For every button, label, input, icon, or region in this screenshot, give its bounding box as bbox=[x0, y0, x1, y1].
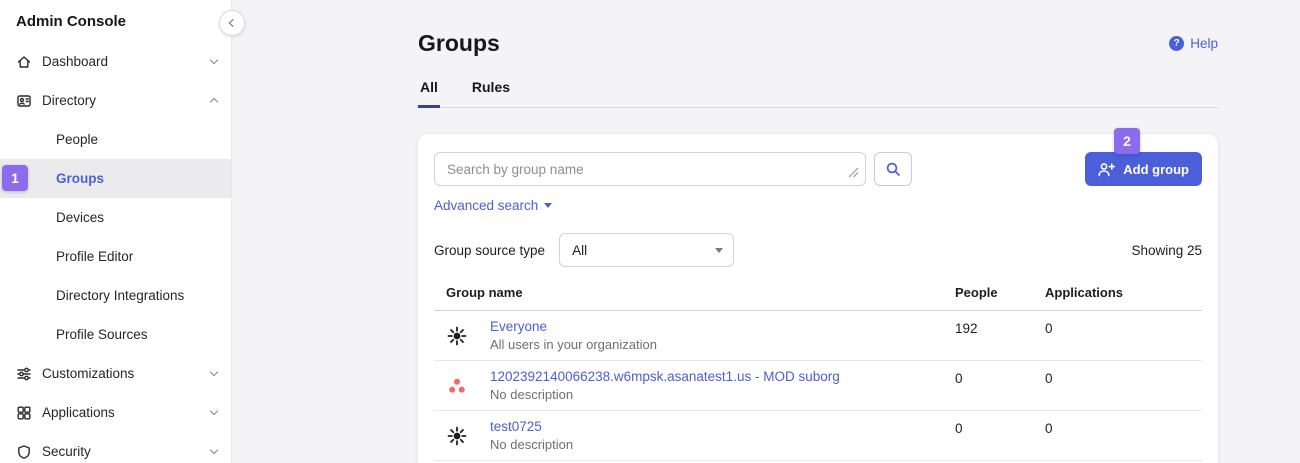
applications-count: 0 bbox=[1045, 319, 1202, 336]
sidebar-item-profile-editor[interactable]: Profile Editor bbox=[0, 237, 231, 276]
table-row: 1202392140066238.w6mpsk.asanatest1.us - … bbox=[434, 361, 1202, 411]
chevron-down-icon bbox=[210, 368, 218, 376]
sidebar: Admin Console Dashboard Directory People bbox=[0, 0, 232, 463]
sliders-icon bbox=[16, 366, 32, 382]
col-people: People bbox=[955, 285, 1045, 300]
page-title: Groups bbox=[418, 30, 500, 57]
chevron-down-icon bbox=[210, 56, 218, 64]
sidebar-item-label: Groups bbox=[56, 171, 217, 186]
help-label: Help bbox=[1190, 36, 1218, 51]
sidebar-item-label: Applications bbox=[42, 405, 201, 420]
chevron-down-icon bbox=[210, 407, 218, 415]
table-row: Everyone All users in your organization … bbox=[434, 311, 1202, 361]
main-content: Groups ? Help All Rules bbox=[232, 0, 1300, 463]
search-row: Add group bbox=[434, 152, 1202, 186]
directory-icon bbox=[16, 93, 32, 109]
search-button[interactable] bbox=[874, 152, 912, 186]
group-source-type-dropdown[interactable]: All bbox=[559, 233, 734, 267]
table-row: test0725 No description 0 0 bbox=[434, 411, 1202, 461]
people-count: 192 bbox=[955, 319, 1045, 336]
sidebar-item-people[interactable]: People bbox=[0, 120, 231, 159]
chevron-up-icon bbox=[210, 98, 218, 106]
dropdown-value: All bbox=[572, 243, 587, 258]
sidebar-collapse-button[interactable] bbox=[219, 10, 245, 36]
table-header: Group name People Applications bbox=[434, 285, 1202, 311]
asana-group-icon bbox=[446, 376, 468, 396]
sidebar-nav: Dashboard Directory People Groups Device… bbox=[0, 42, 231, 463]
group-source-type-label: Group source type bbox=[434, 243, 545, 258]
advanced-search-link[interactable]: Advanced search bbox=[434, 198, 552, 213]
sidebar-item-label: Profile Sources bbox=[56, 327, 217, 342]
people-count: 0 bbox=[955, 419, 1045, 436]
app-title: Admin Console bbox=[0, 0, 231, 40]
group-gear-icon bbox=[446, 426, 468, 446]
filter-row: Group source type All Showing 25 bbox=[434, 233, 1202, 267]
sidebar-item-customizations[interactable]: Customizations bbox=[0, 354, 231, 393]
annotation-badge-1: 1 bbox=[2, 165, 28, 191]
page-header: Groups ? Help bbox=[418, 30, 1218, 57]
add-user-icon bbox=[1098, 162, 1115, 177]
sidebar-item-devices[interactable]: Devices bbox=[0, 198, 231, 237]
group-name-link[interactable]: 1202392140066238.w6mpsk.asanatest1.us - … bbox=[490, 369, 840, 384]
shield-icon bbox=[16, 444, 32, 460]
search-input[interactable] bbox=[434, 152, 866, 186]
group-gear-icon bbox=[446, 326, 468, 346]
applications-count: 0 bbox=[1045, 369, 1202, 386]
search-box bbox=[434, 152, 866, 186]
apps-grid-icon bbox=[16, 405, 32, 421]
advanced-search-label: Advanced search bbox=[434, 198, 538, 213]
col-applications: Applications bbox=[1045, 285, 1202, 300]
add-group-button[interactable]: Add group bbox=[1085, 152, 1202, 186]
sidebar-item-label: Directory bbox=[42, 93, 201, 108]
caret-down-icon bbox=[715, 248, 723, 253]
group-description: All users in your organization bbox=[490, 337, 657, 352]
resize-handle-icon bbox=[848, 167, 859, 178]
sidebar-item-security[interactable]: Security bbox=[0, 432, 231, 463]
col-group-name: Group name bbox=[446, 285, 955, 300]
annotation-badge-2: 2 bbox=[1114, 128, 1140, 154]
help-icon: ? bbox=[1169, 36, 1184, 51]
group-name-link[interactable]: Everyone bbox=[490, 319, 657, 334]
group-name-link[interactable]: test0725 bbox=[490, 419, 573, 434]
group-description: No description bbox=[490, 387, 840, 402]
add-group-label: Add group bbox=[1123, 162, 1189, 177]
group-description: No description bbox=[490, 437, 573, 452]
sidebar-item-label: Profile Editor bbox=[56, 249, 217, 264]
groups-table: Group name People Applications Everyone bbox=[434, 285, 1202, 463]
sidebar-item-label: Customizations bbox=[42, 366, 201, 381]
sidebar-item-groups[interactable]: Groups bbox=[0, 159, 231, 198]
home-icon bbox=[16, 54, 32, 70]
tab-rules[interactable]: Rules bbox=[470, 79, 512, 108]
sidebar-item-label: Devices bbox=[56, 210, 217, 225]
sidebar-item-directory-integrations[interactable]: Directory Integrations bbox=[0, 276, 231, 315]
sidebar-item-profile-sources[interactable]: Profile Sources bbox=[0, 315, 231, 354]
help-link[interactable]: ? Help bbox=[1169, 36, 1218, 51]
sidebar-item-label: Directory Integrations bbox=[56, 288, 217, 303]
showing-count: Showing 25 bbox=[1131, 243, 1202, 258]
sidebar-item-applications[interactable]: Applications bbox=[0, 393, 231, 432]
chevron-down-icon bbox=[210, 446, 218, 454]
admin-console-app: Admin Console Dashboard Directory People bbox=[0, 0, 1300, 463]
caret-down-icon bbox=[544, 203, 552, 208]
groups-card: Add group Advanced search Group source t… bbox=[418, 134, 1218, 463]
sidebar-item-dashboard[interactable]: Dashboard bbox=[0, 42, 231, 81]
sidebar-item-directory[interactable]: Directory bbox=[0, 81, 231, 120]
tab-all[interactable]: All bbox=[418, 79, 440, 108]
sidebar-item-label: Security bbox=[42, 444, 201, 459]
tabs: All Rules bbox=[418, 79, 1218, 108]
search-icon bbox=[885, 161, 901, 177]
applications-count: 0 bbox=[1045, 419, 1202, 436]
people-count: 0 bbox=[955, 369, 1045, 386]
sidebar-item-label: People bbox=[56, 132, 217, 147]
chevron-left-icon bbox=[229, 19, 237, 27]
sidebar-item-label: Dashboard bbox=[42, 54, 201, 69]
